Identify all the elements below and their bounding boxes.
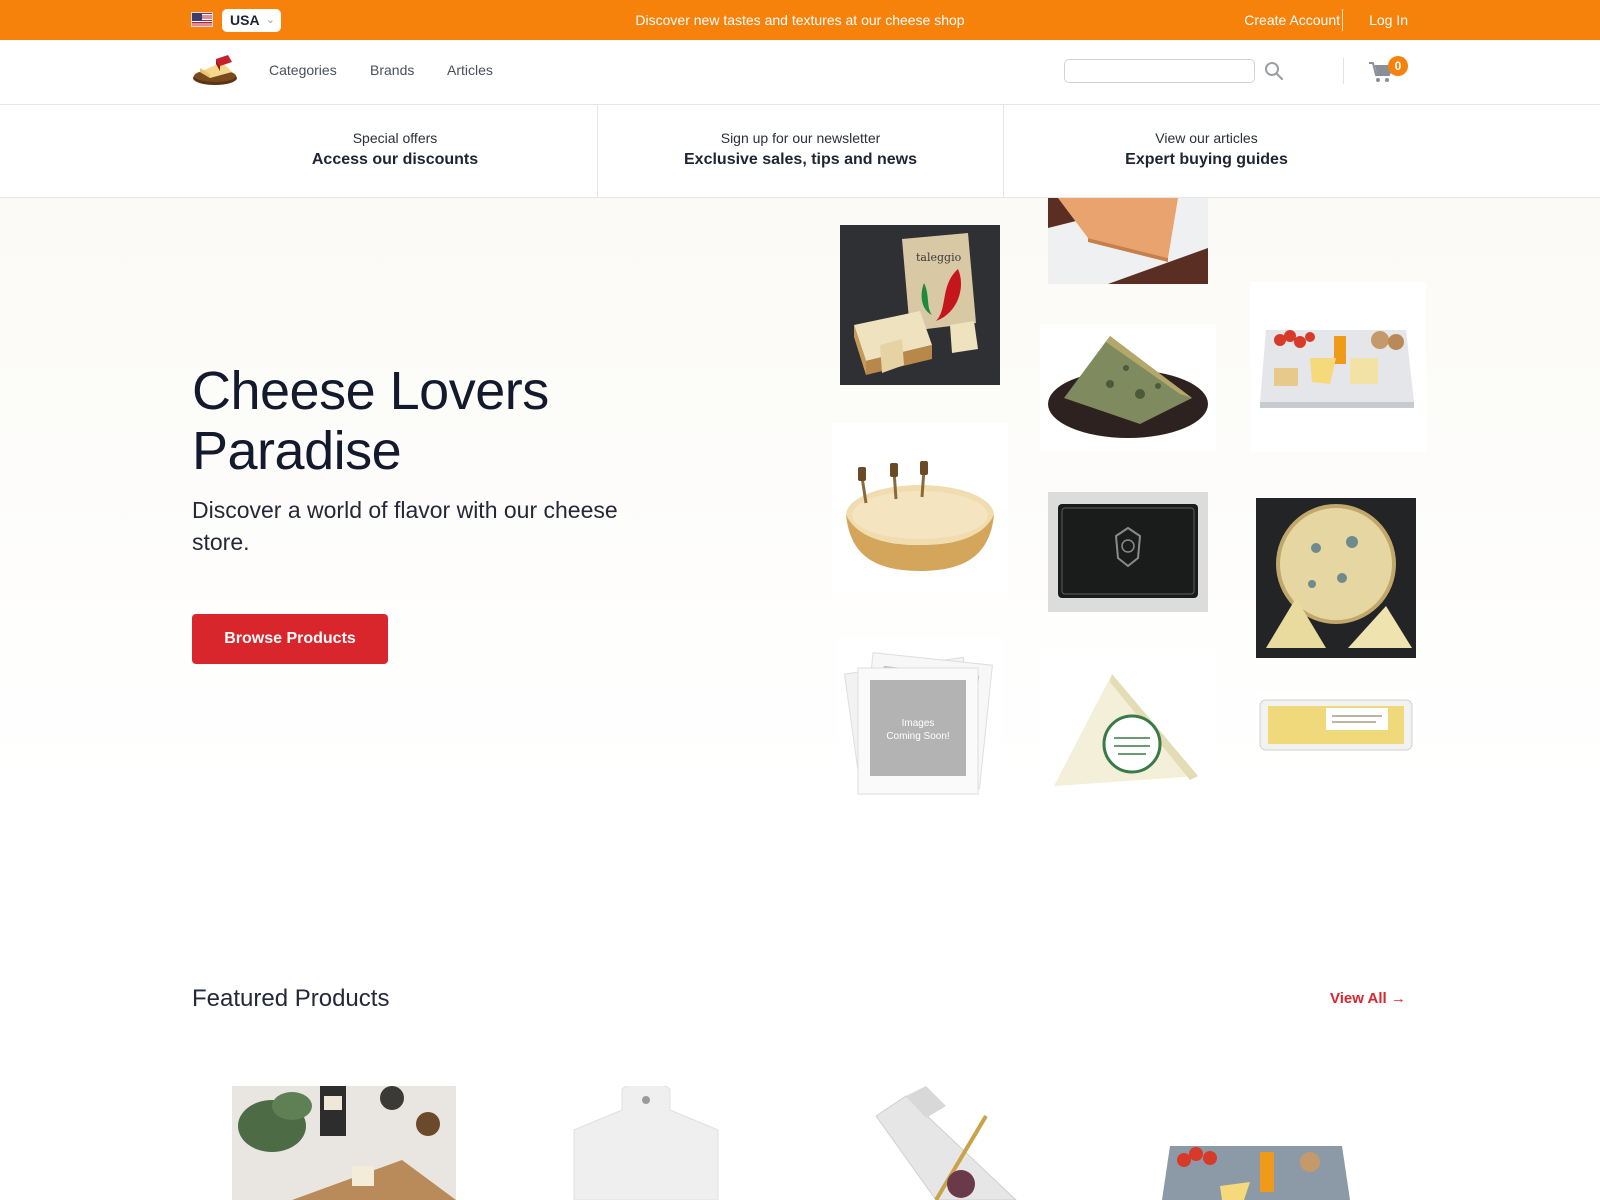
search-input[interactable] xyxy=(1064,59,1255,83)
hero-title-line1: Cheese Lovers xyxy=(192,361,549,421)
blue-cheese-wheel-image[interactable] xyxy=(1256,498,1416,658)
special-offers-title: Access our discounts xyxy=(311,151,479,168)
featured-product-2[interactable] xyxy=(566,1086,726,1200)
country-label: USA xyxy=(230,12,260,28)
cheese-board-image[interactable] xyxy=(1250,282,1426,452)
orange-cheese-image[interactable] xyxy=(1048,198,1208,284)
view-all-link[interactable]: View All → xyxy=(1330,990,1406,1007)
articles-label: View our articles xyxy=(1155,130,1258,146)
browse-products-button[interactable]: Browse Products xyxy=(192,614,388,664)
newsletter-link[interactable]: Sign up for our newsletter Exclusive sal… xyxy=(597,105,1003,197)
site-header: Categories Brands Articles 0 xyxy=(0,40,1600,105)
top-bar: USA ⌄ Discover new tastes and textures a… xyxy=(0,0,1600,40)
featured-product-3[interactable] xyxy=(866,1086,1026,1200)
articles-link[interactable]: View our articles Expert buying guides xyxy=(1003,105,1409,197)
nav-categories[interactable]: Categories xyxy=(269,62,337,78)
login-link[interactable]: Log In xyxy=(1356,0,1408,40)
cheese-logo-icon[interactable] xyxy=(192,54,238,86)
hero-title-line2: Paradise xyxy=(192,421,402,481)
hero-title: Cheese Lovers Paradise xyxy=(192,361,549,481)
chevron-down-icon: ⌄ xyxy=(265,14,275,26)
country-select[interactable]: USA ⌄ xyxy=(222,9,281,32)
header-divider xyxy=(1343,58,1344,84)
articles-title: Expert buying guides xyxy=(1125,151,1288,168)
promo-message: Discover new tastes and textures at our … xyxy=(635,12,965,28)
hero-subtitle: Discover a world of flavor with our chee… xyxy=(192,497,618,555)
newsletter-title: Exclusive sales, tips and news xyxy=(684,151,917,168)
featured-products-title: Featured Products xyxy=(192,985,390,1012)
images-coming-soon-placeholder[interactable]: Images Coming Soon! xyxy=(838,638,1002,808)
newsletter-label: Sign up for our newsletter xyxy=(720,130,881,146)
parmesan-wheel-image[interactable] xyxy=(832,423,1008,593)
special-offers-link[interactable]: Special offers Access our discounts xyxy=(192,105,598,197)
featured-product-4[interactable] xyxy=(1160,1086,1352,1200)
search-icon[interactable] xyxy=(1263,60,1285,82)
us-flag-icon xyxy=(191,12,213,27)
create-account-link[interactable]: Create Account xyxy=(1200,0,1340,40)
nav-articles[interactable]: Articles xyxy=(447,62,493,78)
black-board-image[interactable] xyxy=(1048,492,1208,612)
product-label-text: taleggio xyxy=(916,251,962,264)
benefits-strip: Special offers Access our discounts Sign… xyxy=(0,105,1600,198)
cheese-wedge-label-image[interactable] xyxy=(1040,648,1216,798)
stilton-wedge-image[interactable] xyxy=(1040,324,1216,450)
placeholder-text-1: Images xyxy=(902,718,935,729)
cart-count-badge[interactable]: 0 xyxy=(1388,56,1408,76)
featured-product-1[interactable] xyxy=(232,1086,456,1200)
placeholder-text-2: Coming Soon! xyxy=(886,731,949,742)
special-offers-label: Special offers xyxy=(352,130,438,146)
nav-brands[interactable]: Brands xyxy=(370,62,414,78)
packaged-cheese-image[interactable] xyxy=(1256,690,1416,760)
hero-section: Cheese Lovers Paradise Discover a world … xyxy=(0,198,1600,858)
taleggio-product-image[interactable]: taleggio xyxy=(840,225,1000,385)
topbar-divider xyxy=(1342,9,1343,31)
